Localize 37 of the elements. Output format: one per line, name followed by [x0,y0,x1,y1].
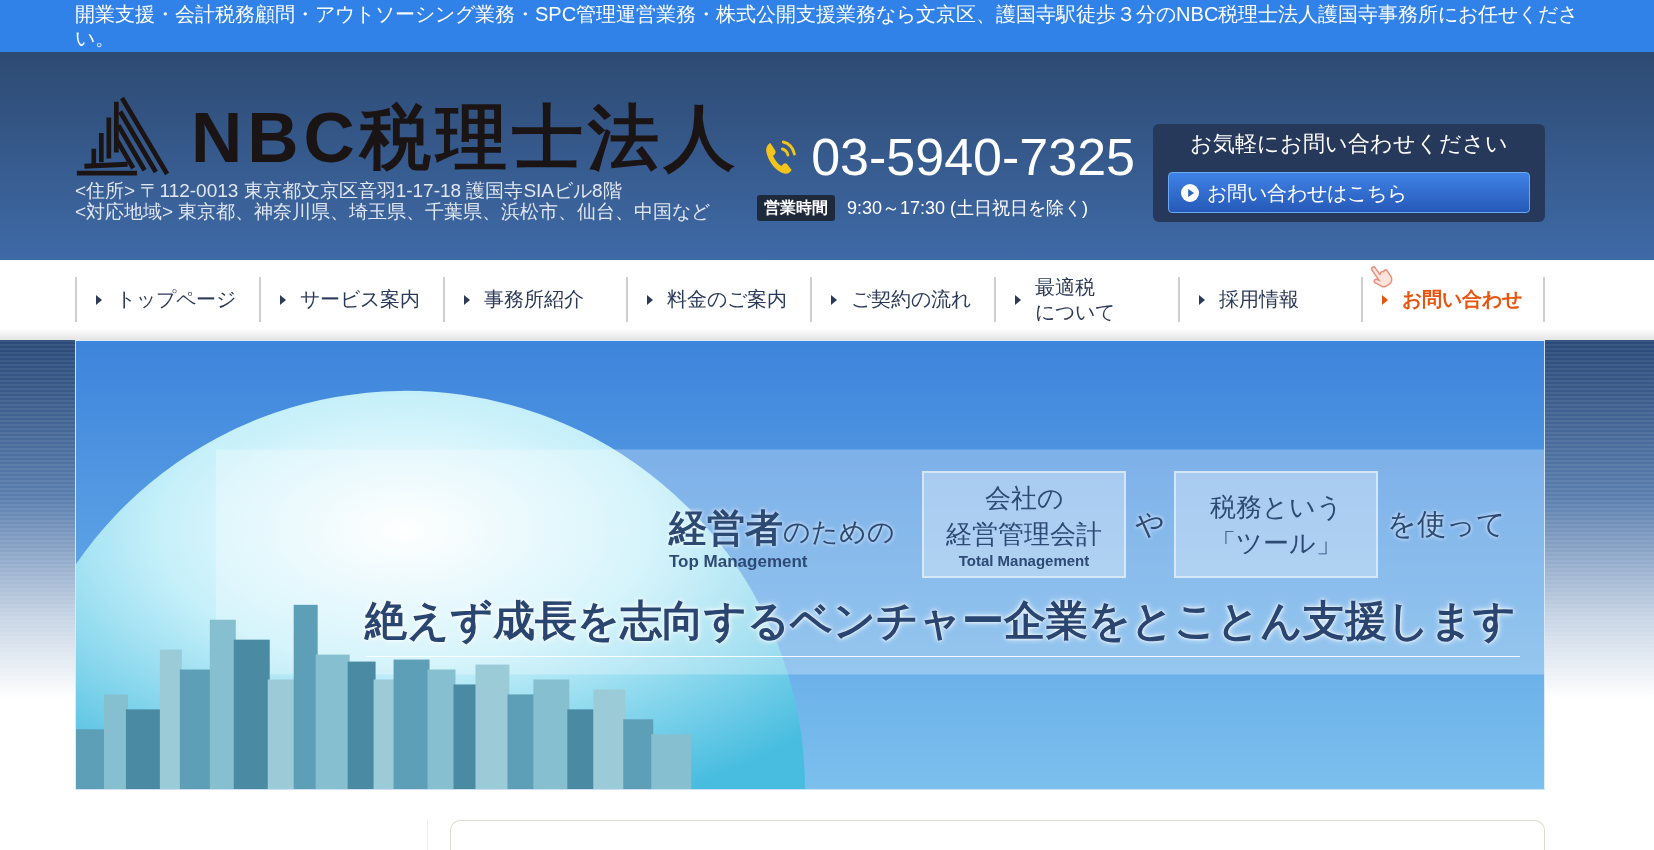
hours-badge: 営業時間 [757,195,835,221]
caret-icon [1014,294,1021,305]
nav-link[interactable]: 事務所紹介 [444,277,627,322]
banner-phrase: 会社の [984,481,1064,515]
pyramid-logo-icon [75,96,169,176]
caret-icon [1198,294,1205,305]
nav-link[interactable]: 最適税について [995,277,1178,322]
banner-phrase: 経営管理会計 [946,517,1102,551]
nav-link[interactable]: トップページ [77,277,259,322]
nav-link[interactable]: 料金のご案内 [628,277,810,322]
banner-subheading: Total Management [958,551,1090,570]
contact-button[interactable]: お問い合わせはこちら [1168,172,1530,213]
banner-phrase: を使って [1387,505,1506,543]
address-text: <住所> 〒112-0013 東京都文京区音羽1-17-18 護国寺SIAビル8階 [75,180,623,201]
nav-link[interactable]: ご契約の流れ [812,277,994,322]
logo-text: NBC税理士法人 [191,100,740,176]
caret-icon [279,294,286,305]
nav-link[interactable]: サービス案内 [260,277,443,322]
caret-icon [96,294,102,305]
banner-phrase: 税務という [1209,490,1343,524]
banner-subheading: Top Management [669,552,809,572]
nav-link[interactable]: 採用情報 [1179,277,1362,322]
caret-icon [463,294,470,305]
banner-phrase: や [1135,505,1165,543]
address-text: <対応地域> 東京都、神奈川県、埼玉県、千葉県、浜松市、仙台、中国など [75,201,712,222]
caret-icon [1382,294,1389,305]
business-hours-text: 9:30～17:30 (土日祝日を除く) [847,196,1089,220]
tagline-text: 開業支援・会計税務顧問・アウトソーシング業務・SPC管理運営業務・株式公開支援業務なら文京区、護国寺駅徒歩３分のNBC税理士法人護国寺事務所にお任せください。 [75,2,1580,50]
banner-phrase: 「ツール」 [1210,526,1342,560]
phone-number: 03-5940-7325 [811,128,1135,186]
caret-icon [647,294,654,305]
play-circle-icon [1181,183,1199,202]
nav-link[interactable]: お問い合わせ [1363,277,1543,322]
banner-heading: 経営者のための [669,508,895,552]
banner-headline: 絶えず成長を志向するベンチャー企業をとことん支援します [365,596,1516,646]
caret-icon [831,294,837,305]
contact-panel-title: お気軽にお問い合わせください [1189,130,1509,158]
